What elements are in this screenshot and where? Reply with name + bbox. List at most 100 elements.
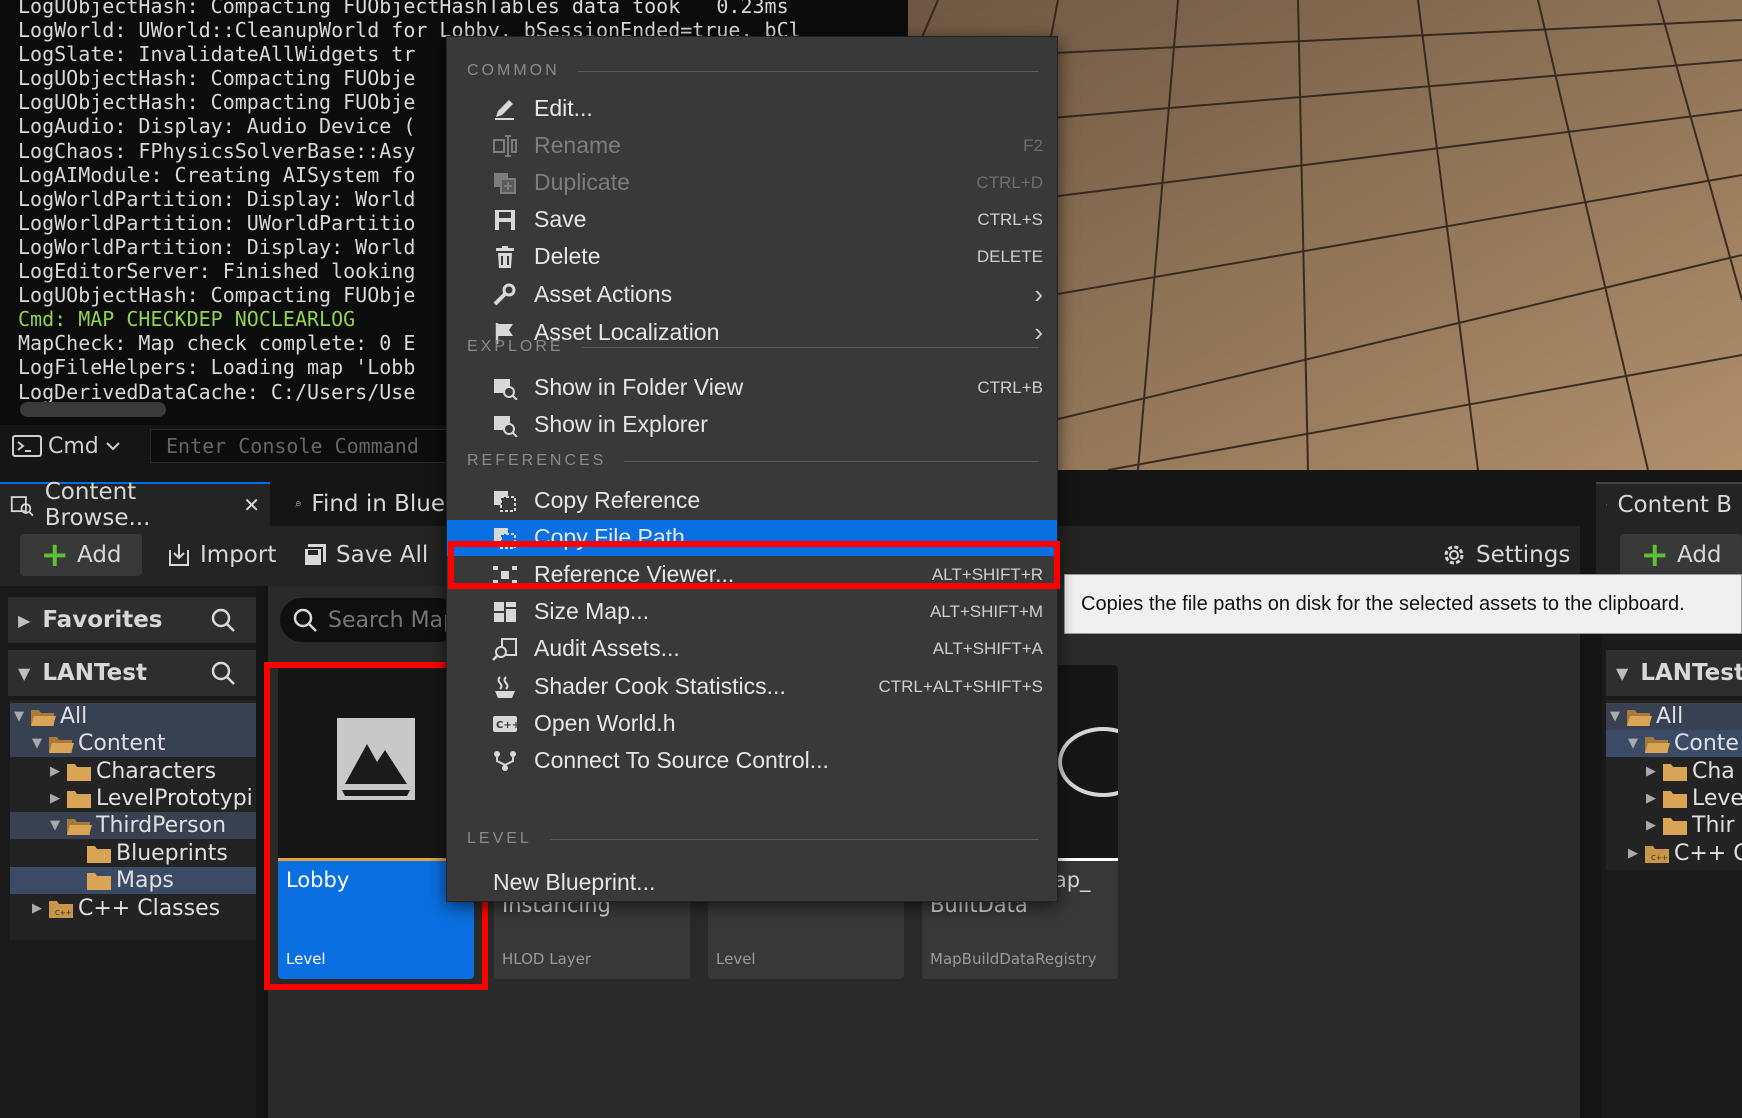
search-icon[interactable] [210, 607, 236, 633]
menu-item-copy-reference[interactable]: Copy Reference [447, 483, 1057, 519]
settings-label: Settings [1476, 542, 1571, 568]
menu-item-edit[interactable]: Edit... [447, 91, 1057, 127]
tree-node-cpp-classes[interactable]: ▶ C++ C++ Classes [32, 895, 220, 922]
tab-content-browser-2[interactable]: Content B [1596, 482, 1742, 526]
menu-item-show-in-explorer[interactable]: Show in Explorer [447, 407, 1057, 443]
tree-node-levelprototyping[interactable]: ▶ Leve [1646, 785, 1742, 812]
tree-node-maps[interactable]: Maps [10, 867, 256, 894]
tree-node-thirdperson[interactable]: ▶ Thir [1646, 812, 1735, 839]
folder-icon [1662, 789, 1688, 809]
duplicate-icon [494, 173, 516, 194]
menu-item-new-blueprint[interactable]: New Blueprint... [447, 865, 1057, 901]
tree-node-all[interactable]: ▼ All [10, 703, 256, 730]
tree-node-thirdperson[interactable]: ▼ ThirdPerson [10, 812, 256, 839]
context-menu: COMMON Edit... Rename F2 Duplicate CTRL+… [446, 36, 1058, 902]
cmd-label: Cmd [48, 433, 99, 459]
menu-item-shader-cook-statistics[interactable]: Shader Cook Statistics... CTRL+ALT+SHIFT… [447, 669, 1057, 705]
project-section-2[interactable]: ▼ LANTest [1606, 650, 1742, 696]
save-all-button[interactable]: Save All [302, 534, 428, 576]
wrench-icon [493, 283, 516, 306]
menu-item-duplicate[interactable]: Duplicate CTRL+D [447, 165, 1057, 201]
menu-item-rename[interactable]: Rename F2 [447, 128, 1057, 164]
svg-text:C++: C++ [1651, 854, 1668, 862]
search-icon [293, 608, 317, 632]
section-label: REFERENCES [467, 452, 607, 469]
folder-icon [86, 844, 112, 864]
menu-item-asset-actions[interactable]: Asset Actions › [447, 277, 1057, 313]
tab-label: Content Browse... [44, 479, 151, 531]
import-label: Import [200, 542, 277, 568]
folder-icon [1662, 762, 1688, 782]
asset-type: HLOD Layer [502, 950, 592, 968]
tree-node-blueprints[interactable]: Blueprints [86, 840, 228, 867]
folder-search-icon [494, 416, 518, 437]
menu-item-delete[interactable]: Delete DELETE [447, 239, 1057, 275]
chevron-right-icon: › [1034, 279, 1043, 309]
menu-highlight-box [448, 541, 1060, 589]
menu-section-common: COMMON [467, 61, 1039, 81]
audit-icon [492, 638, 517, 661]
tab-label: Content B [1617, 492, 1732, 518]
tree-node-label: All [60, 704, 88, 729]
menu-section-references: REFERENCES [467, 451, 1039, 471]
tree-node-characters[interactable]: ▶ Characters [50, 758, 216, 785]
divider [549, 838, 1039, 840]
menu-item-open-world-h[interactable]: C++ Open World.h [447, 706, 1057, 742]
tree-node-all[interactable]: ▼ All [1606, 703, 1742, 730]
folder-icon [66, 789, 92, 809]
chevron-down-icon: ▼ [14, 709, 24, 724]
asset-type: MapBuildDataRegistry [930, 950, 1097, 968]
tree-node-label: C++ C [1674, 841, 1742, 866]
menu-item-connect-source-control[interactable]: Connect To Source Control... [447, 743, 1057, 779]
settings-button[interactable]: Settings [1440, 534, 1570, 576]
chevron-down-icon: ▼ [1616, 663, 1629, 683]
menu-item-label: Rename [534, 132, 621, 158]
cpp-folder-icon: C++ [1644, 844, 1670, 864]
add-button-2[interactable]: + Add [1620, 534, 1742, 576]
chevron-down-icon: ▼ [32, 736, 42, 751]
chevron-down-icon: ▼ [50, 818, 60, 833]
menu-item-size-map[interactable]: Size Map... ALT+SHIFT+M [447, 594, 1057, 630]
favorites-section[interactable]: ▶ Favorites [8, 597, 256, 643]
chevron-right-icon: ▶ [1646, 791, 1656, 806]
section-label: LEVEL [467, 830, 532, 847]
tree-node-label: Maps [116, 868, 174, 893]
close-icon[interactable]: ✕ [243, 493, 260, 517]
menu-item-label: Copy Reference [534, 487, 701, 513]
tree-node-content[interactable]: ▼ Content [10, 730, 256, 757]
tree-node-label: Characters [96, 759, 217, 784]
search-input[interactable]: Search Map [280, 598, 460, 642]
import-button[interactable]: Import [166, 534, 276, 576]
add-label: Add [76, 542, 122, 568]
menu-item-show-in-folder-view[interactable]: Show in Folder View CTRL+B [447, 370, 1057, 406]
tab-find-in-blueprints[interactable]: Find in Blue [285, 482, 455, 526]
project-label: LANTest [1640, 660, 1742, 686]
tree-node-characters[interactable]: ▶ Cha [1646, 758, 1735, 785]
tree-node-content[interactable]: ▼ Conte [1606, 730, 1742, 757]
find-blueprint-icon [295, 501, 301, 507]
pencil-icon [495, 100, 514, 120]
plus-icon: + [40, 535, 69, 575]
asset-type: Level [716, 950, 756, 968]
project-section[interactable]: ▼ LANTest [8, 650, 256, 696]
menu-item-audit-assets[interactable]: Audit Assets... ALT+SHIFT+A [447, 631, 1057, 667]
menu-item-label: Open World.h [534, 710, 676, 736]
folder-icon [1662, 816, 1688, 836]
menu-item-save[interactable]: Save CTRL+S [447, 202, 1057, 238]
menu-item-label: Show in Explorer [534, 411, 708, 437]
log-scrollbar[interactable] [20, 402, 166, 417]
folder-open-icon [66, 816, 92, 836]
cpp-file-icon: C++ [493, 716, 518, 732]
menu-section-level: LEVEL [467, 829, 1039, 849]
add-button[interactable]: + Add [20, 534, 142, 576]
trash-icon [496, 246, 514, 268]
tooltip: Copies the file paths on disk for the se… [1064, 574, 1742, 634]
search-icon[interactable] [210, 660, 236, 686]
tree-node-levelprototyping[interactable]: ▶ LevelPrototypi [50, 785, 253, 812]
terminal-icon [12, 435, 42, 457]
cmd-dropdown[interactable]: Cmd [12, 430, 121, 462]
tab-content-browser[interactable]: Content Browse... ✕ [0, 479, 270, 531]
copy-reference-icon [494, 491, 516, 512]
tree-node-cpp-classes[interactable]: ▶ C++ C++ C [1628, 840, 1742, 867]
folder-search-icon [494, 379, 518, 400]
